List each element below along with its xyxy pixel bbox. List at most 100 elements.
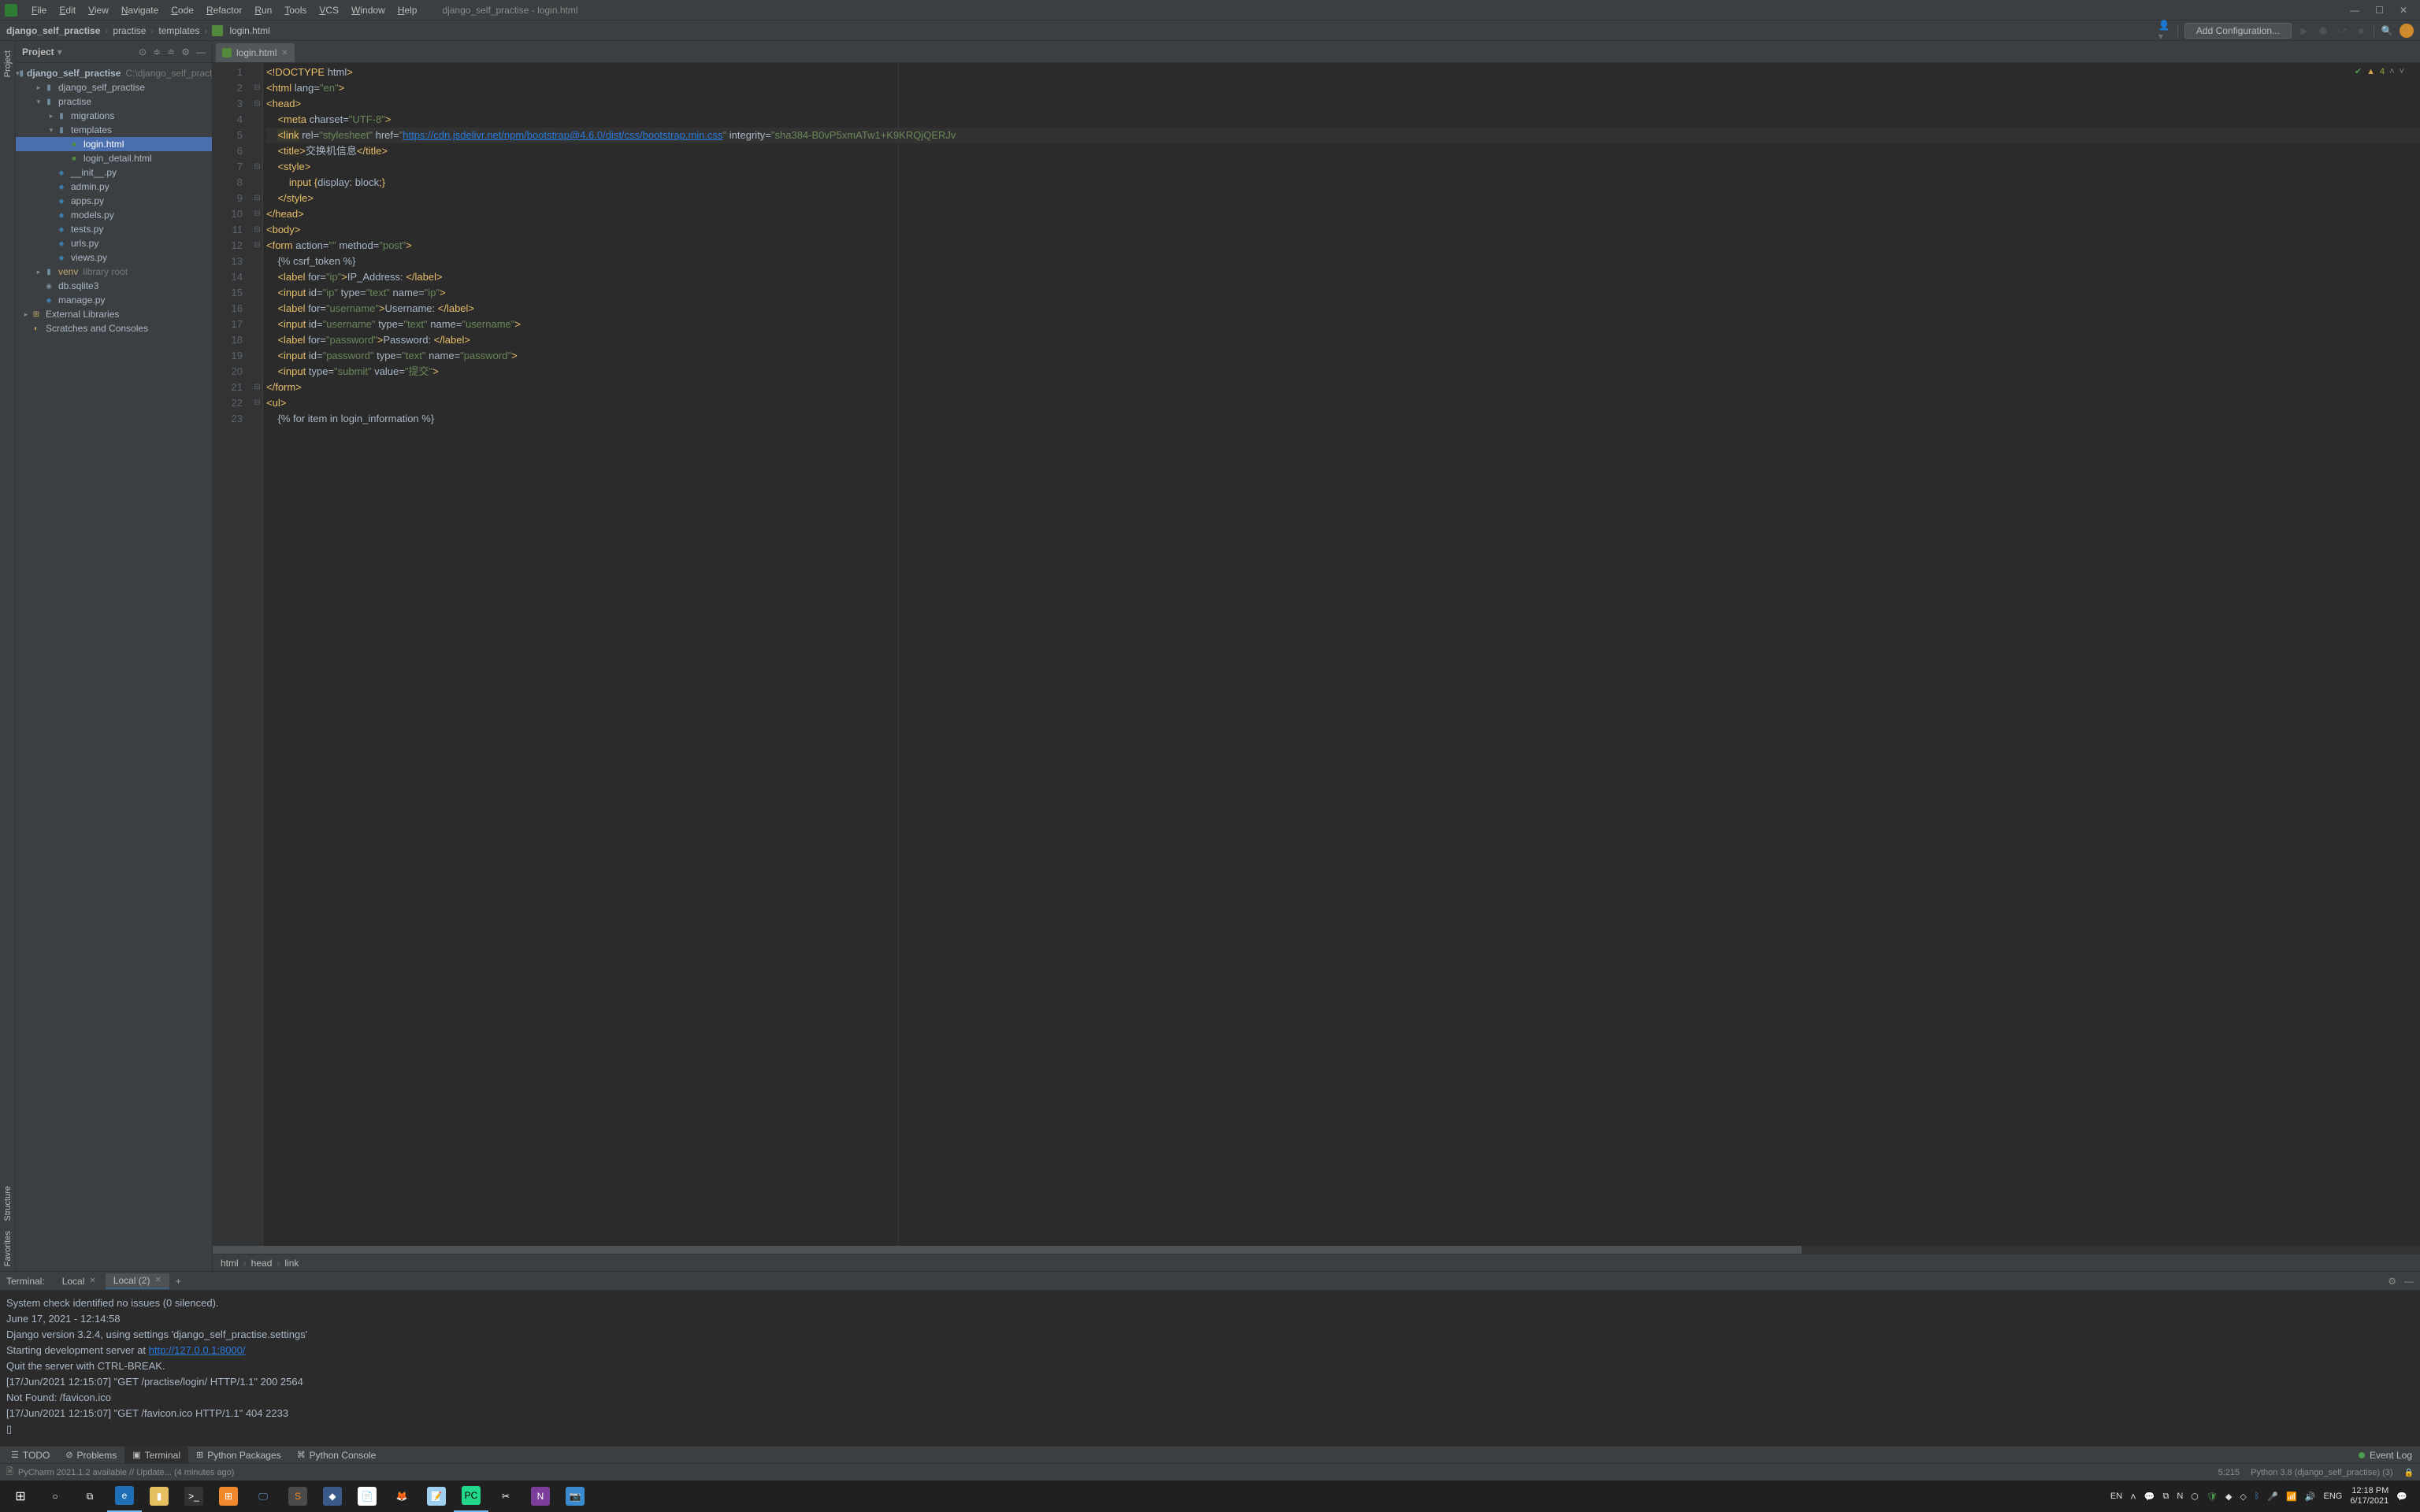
tray-mic-icon[interactable]: 🎤 [2267, 1492, 2278, 1502]
tray-icon[interactable]: ◆ [2225, 1492, 2232, 1502]
tree-row[interactable]: ▸migrations [16, 109, 212, 123]
tray-wifi-icon[interactable]: 📶 [2286, 1492, 2297, 1502]
secure-crt-icon[interactable]: 🖵 [246, 1480, 280, 1512]
stop-icon[interactable]: ■ [2355, 24, 2367, 37]
coverage-icon[interactable]: ⤻ [2336, 24, 2348, 37]
menu-help[interactable]: Help [392, 5, 424, 16]
tree-row[interactable]: tests.py [16, 222, 212, 236]
menu-tools[interactable]: Tools [278, 5, 313, 16]
bc-head[interactable]: head [251, 1258, 273, 1269]
tree-row[interactable]: login_detail.html [16, 151, 212, 165]
crumb-file[interactable]: login.html [229, 25, 269, 36]
bc-html[interactable]: html [221, 1258, 239, 1269]
tree-row[interactable]: views.py [16, 250, 212, 265]
notepad2-icon[interactable]: 📝 [419, 1480, 454, 1512]
tray-icon[interactable]: 💬 [2144, 1492, 2155, 1502]
hide-icon[interactable]: — [196, 46, 206, 57]
gear-icon[interactable]: ⚙ [181, 46, 190, 57]
menu-run[interactable]: Run [248, 5, 278, 16]
vmware-icon[interactable]: ⊞ [211, 1480, 246, 1512]
editor-breadcrumb[interactable]: html › head › link [213, 1254, 2420, 1271]
chevron-down-icon[interactable]: ˅ [2400, 67, 2404, 76]
editor[interactable]: 1234567891011121314151617181920212223 ⊟⊟… [213, 63, 2420, 1246]
edge-icon[interactable]: e [107, 1480, 142, 1512]
tree-row[interactable]: ▸External Libraries [16, 307, 212, 321]
menu-vcs[interactable]: VCS [313, 5, 345, 16]
tree-row[interactable]: apps.py [16, 194, 212, 208]
menu-window[interactable]: Window [345, 5, 392, 16]
gear-icon[interactable]: ⚙ [2388, 1276, 2396, 1287]
close-icon[interactable]: ✕ [281, 49, 288, 57]
notification-icon[interactable]: 🗎 [6, 1465, 13, 1480]
tray-icon[interactable]: ⧉ [2162, 1492, 2169, 1502]
tray-icon[interactable]: ⬡ [2191, 1492, 2199, 1502]
eng3-icon[interactable]: ◆ [315, 1480, 350, 1512]
window-close-icon[interactable]: ✕ [2400, 5, 2407, 16]
sublime-icon[interactable]: S [280, 1480, 315, 1512]
firefox-icon[interactable]: 🦊 [384, 1480, 419, 1512]
tree-row[interactable]: ▸django_self_practise [16, 80, 212, 94]
chevron-down-icon[interactable]: ▾ [58, 46, 62, 57]
terminal-tab[interactable]: Local (2)✕ [106, 1273, 169, 1289]
search-everywhere-icon[interactable]: 🔍 [2381, 24, 2393, 37]
onenote-icon[interactable]: N [523, 1480, 558, 1512]
project-tree[interactable]: ▾django_self_practiseC:\django_self_prac… [16, 63, 212, 1271]
tree-row[interactable]: Scratches and Consoles [16, 321, 212, 335]
terminal-tool[interactable]: ▣Terminal [124, 1447, 188, 1463]
locate-icon[interactable]: ⊙ [139, 46, 147, 57]
scrollbar-thumb[interactable] [213, 1246, 1802, 1254]
tree-row[interactable]: db.sqlite3 [16, 279, 212, 293]
python-packages-tool[interactable]: ⊞Python Packages [188, 1447, 289, 1463]
crumb-root[interactable]: django_self_practise [6, 25, 100, 36]
caret-position[interactable]: 5:215 [2218, 1468, 2240, 1477]
tree-row[interactable]: admin.py [16, 180, 212, 194]
lang-indicator[interactable]: EN [2110, 1492, 2122, 1501]
terminal-output[interactable]: System check identified no issues (0 sil… [0, 1291, 2420, 1446]
tree-row[interactable]: ▾templates [16, 123, 212, 137]
crumb-2[interactable]: templates [158, 25, 199, 36]
project-tool-label[interactable]: Project [3, 50, 13, 77]
tree-row[interactable]: ▾django_self_practiseC:\django_self_prac… [16, 66, 212, 80]
ime-indicator[interactable]: ENG [2324, 1492, 2343, 1501]
collapse-all-icon[interactable]: ≐ [167, 46, 175, 57]
tray-icon[interactable]: N [2177, 1492, 2183, 1501]
close-icon[interactable]: ✕ [89, 1277, 95, 1285]
explorer-icon[interactable]: ▮ [142, 1480, 176, 1512]
menu-edit[interactable]: Edit [53, 5, 82, 16]
tree-row[interactable]: manage.py [16, 293, 212, 307]
debug-icon[interactable]: ⬢ [2317, 24, 2329, 37]
menu-code[interactable]: Code [165, 5, 200, 16]
favorites-tool-label[interactable]: Favorites [3, 1231, 13, 1266]
tray-volume-icon[interactable]: 🔊 [2305, 1492, 2316, 1502]
interpreter-widget[interactable]: Python 3.8 (django_self_practise) (3) [2251, 1468, 2392, 1477]
run-icon[interactable]: ▶ [2298, 24, 2311, 37]
terminal-icon[interactable]: >_ [176, 1480, 211, 1512]
tray-security-icon[interactable]: 🛡 [2207, 1492, 2218, 1502]
notepad-icon[interactable]: 📄 [350, 1480, 384, 1512]
problems-tool[interactable]: ⊘Problems [58, 1447, 124, 1463]
tree-row[interactable]: login.html [16, 137, 212, 151]
tree-row[interactable]: ▸venvlibrary root [16, 265, 212, 279]
tree-row[interactable]: ▾practise [16, 94, 212, 109]
chevron-up-icon[interactable]: ˄ [2389, 67, 2394, 76]
search-button[interactable]: ○ [38, 1480, 72, 1512]
fold-gutter[interactable]: ⊟⊟⊟⊟⊟⊟⊟⊟⊟ [252, 63, 263, 1246]
line-number-gutter[interactable]: 1234567891011121314151617181920212223 [213, 63, 252, 1246]
menu-navigate[interactable]: Navigate [115, 5, 165, 16]
lock-icon[interactable] [2404, 1468, 2414, 1477]
user-avatar[interactable] [2400, 24, 2414, 38]
expand-all-icon[interactable]: ≑ [153, 46, 161, 57]
system-clock[interactable]: 12:18 PM 6/17/2021 [2350, 1486, 2388, 1506]
task-view-button[interactable]: ⧉ [72, 1480, 107, 1512]
event-log-tool[interactable]: Event Log [2370, 1450, 2412, 1461]
tray-bluetooth-icon[interactable]: ᛒ [2255, 1492, 2260, 1501]
tray-icon[interactable]: ◇ [2240, 1492, 2246, 1502]
menu-file[interactable]: File [25, 5, 53, 16]
tree-row[interactable]: models.py [16, 208, 212, 222]
inspection-indicator[interactable]: ✔ ▲ 4 ˄ ˅ [2355, 66, 2404, 76]
crumb-1[interactable]: practise [113, 25, 146, 36]
editor-tab-login[interactable]: login.html ✕ [216, 43, 295, 62]
structure-tool-label[interactable]: Structure [3, 1186, 13, 1221]
tree-row[interactable]: __init__.py [16, 165, 212, 180]
snipaste-icon[interactable]: ✂ [488, 1480, 523, 1512]
